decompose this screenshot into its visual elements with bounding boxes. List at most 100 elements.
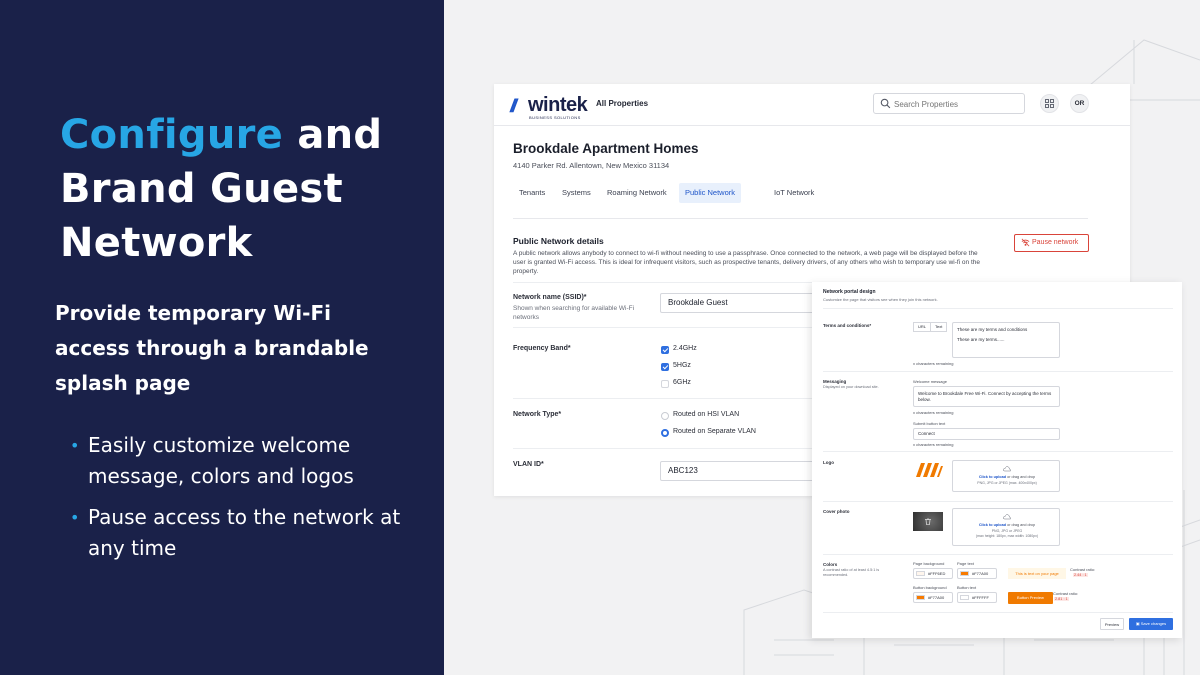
button-text-picker[interactable]: #FFFFFF [957,592,997,603]
logo-upload-text: Click to upload or drag and drop [953,475,1061,479]
feature-bullets: • Easily customize welcome message, color… [70,430,410,574]
cover-photo-label: Cover photo [823,509,850,514]
terms-textarea[interactable]: These are my terms and conditions These … [952,322,1060,358]
button-text-swatch [960,595,969,600]
bullet-text: Easily customize welcome message, colors… [88,433,354,488]
property-title: Brookdale Apartment Homes [513,141,699,156]
button-background-hex: #F77A00 [928,595,945,600]
terms-tab-text[interactable]: Text [930,322,948,332]
logo-upload-rest: or drag and drop [1006,475,1036,479]
band-5ghz-checkbox[interactable] [661,363,669,371]
top-bar: // wintek BUSINESS SOLUTIONS All Propert… [494,84,1130,126]
tab-public-network[interactable]: Public Network [679,183,742,203]
headline-line2: Brand Guest [60,166,343,212]
page-background-swatch [916,571,925,576]
band-5ghz-label: 5HGz [673,362,691,369]
section-description: A public network allows anybody to conne… [513,250,980,275]
pause-network-button[interactable]: Pause network [1014,234,1089,252]
upload-cloud-icon [1003,466,1011,472]
page-text-swatch [960,571,969,576]
hsi-vlan-label: Routed on HSI VLAN [673,411,740,418]
subhead: Provide temporary Wi-Fi access through a… [55,301,369,395]
submit-remaining: x characters remaining [913,442,954,447]
submit-button-field[interactable]: Connect [913,428,1060,440]
cover-upload-area[interactable]: Click to upload or drag and drop PNG, JP… [952,508,1060,546]
contrast-ratio-value: 2.81 : 1 [1054,597,1069,601]
network-type-label: Network Type* [513,411,562,418]
button-background-label: Button background [913,585,947,590]
contrast-ratio-value: 2.44 : 1 [1073,573,1088,577]
messaging-label: Messaging [823,379,847,384]
tab-iot-network[interactable]: IoT Network [768,183,820,203]
hsi-vlan-radio[interactable] [661,412,669,420]
page-text-label: Page text [957,561,974,566]
divider [823,308,1173,309]
search-box[interactable] [873,93,1025,114]
logo-upload-hint: PNG, JPG or JPEG (max. 400x400px) [977,481,1037,485]
terms-remaining: x characters remaining [913,361,954,366]
trash-icon[interactable] [924,518,932,525]
divider [513,448,813,449]
section-title: Public Network details [513,236,604,246]
logo-word: wintek [528,94,588,116]
terms-line-1: These are my terms and conditions [957,327,1028,332]
tab-systems[interactable]: Systems [556,183,597,203]
band-6ghz-checkbox[interactable] [661,380,669,388]
separate-vlan-label: Routed on Separate VLAN [673,428,756,435]
welcome-message-field[interactable]: Welcome to Brookdale Free Wi-Fi. Connect… [913,386,1060,407]
page-background-picker[interactable]: #FFF6ED [913,568,953,579]
preview-button[interactable]: Preview [1100,618,1124,630]
submit-button-label: Submit button text [913,421,946,426]
upload-cloud-icon [1003,514,1011,520]
page-text-picker[interactable]: #F77A00 [957,568,997,579]
search-input[interactable] [894,98,1019,110]
button-background-picker[interactable]: #F77A00 [913,592,953,603]
portal-description: Customize the page that visitors see whe… [823,297,938,302]
band-6ghz-label: 6GHz [673,379,691,386]
headline-line3: Network [60,220,253,266]
save-changes-label: Save changes [1140,621,1167,626]
headline: Configure and Brand Guest Network [60,108,430,270]
divider [513,282,813,283]
ssid-label: Network name (SSID)* [513,294,587,301]
page-background-label: Page background [913,561,945,566]
property-address: 4140 Parker Rd. Allentown, New Mexico 31… [513,161,670,170]
button-background-swatch [916,595,925,600]
cover-upload-text: Click to upload or drag and drop [953,523,1061,527]
contrast-ratio-label: Contrast ratio: [1053,591,1079,596]
page-text-hex: #F77A00 [972,571,989,576]
divider [513,398,813,399]
tab-tenants[interactable]: Tenants [513,183,551,203]
divider [823,371,1173,372]
ssid-field[interactable]: Brookdale Guest [660,293,820,313]
headline-line1-rest: and [283,112,383,158]
cover-upload-link[interactable]: Click to upload [979,523,1006,527]
save-changes-button[interactable]: ▣ Save changes [1129,618,1173,630]
band-2-4ghz-checkbox[interactable] [661,346,669,354]
tab-roaming-network[interactable]: Roaming Network [601,183,673,203]
divider [513,327,813,328]
portal-title: Network portal design [823,289,876,295]
vlan-id-field[interactable]: ABC123 [660,461,820,481]
terms-line-2: These are my terms...... [957,337,1005,342]
contrast-ratio-label: Contrast ratio: [1070,567,1096,572]
all-properties-link[interactable]: All Properties [596,99,648,108]
welcome-message-label: Welcome message [913,379,947,384]
user-avatar[interactable]: OR [1070,94,1089,113]
logo-upload-link[interactable]: Click to upload [979,475,1006,479]
apps-grid-button[interactable] [1040,94,1059,113]
logo-upload-area[interactable]: Click to upload or drag and drop PNG, JP… [952,460,1060,492]
divider [823,501,1173,502]
terms-tab-url[interactable]: URL [913,322,932,332]
logo-tagline: BUSINESS SOLUTIONS [529,115,581,120]
page-text-preview: This is text on your page [1008,568,1066,579]
logo-mark: // [510,96,517,116]
divider [823,612,1173,613]
logo-label: Logo [823,460,834,465]
colors-label: Colors [823,562,838,567]
separate-vlan-radio[interactable] [661,429,669,437]
portal-design-panel: Network portal design Customize the page… [812,282,1182,638]
marketing-panel: Configure and Brand Guest Network Provid… [0,0,444,675]
divider [513,218,1088,219]
headline-accent: Configure [60,112,284,158]
